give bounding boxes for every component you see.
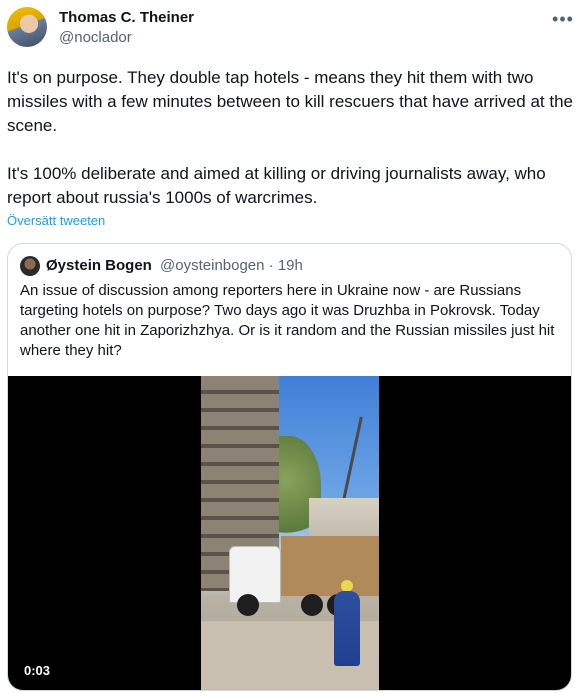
- quote-header: Øystein Bogen @oysteinbogen · 19h: [46, 257, 303, 274]
- quote-author-name: Øystein Bogen: [46, 257, 152, 274]
- video-timestamp: 0:03: [24, 663, 51, 678]
- quote-author-avatar: [20, 256, 40, 276]
- quote-text: An issue of discussion among reporters h…: [20, 282, 555, 359]
- video-player[interactable]: 0:03: [8, 376, 571, 690]
- video-thumbnail: [201, 376, 379, 690]
- translate-tweet-link[interactable]: Översätt tweeten: [7, 213, 105, 228]
- quoted-tweet-card[interactable]: Øystein Bogen @oysteinbogen · 19h An iss…: [7, 243, 572, 691]
- more-horizontal-icon: •••: [552, 8, 574, 29]
- author-avatar[interactable]: [7, 7, 47, 47]
- quote-author-meta: @oysteinbogen · 19h: [160, 257, 303, 274]
- more-options-button[interactable]: •••: [548, 4, 578, 34]
- author-handle[interactable]: @noclador: [59, 29, 132, 46]
- tweet-text: It's on purpose. They double tap hotels …: [7, 68, 573, 207]
- author-name[interactable]: Thomas C. Theiner: [59, 9, 194, 26]
